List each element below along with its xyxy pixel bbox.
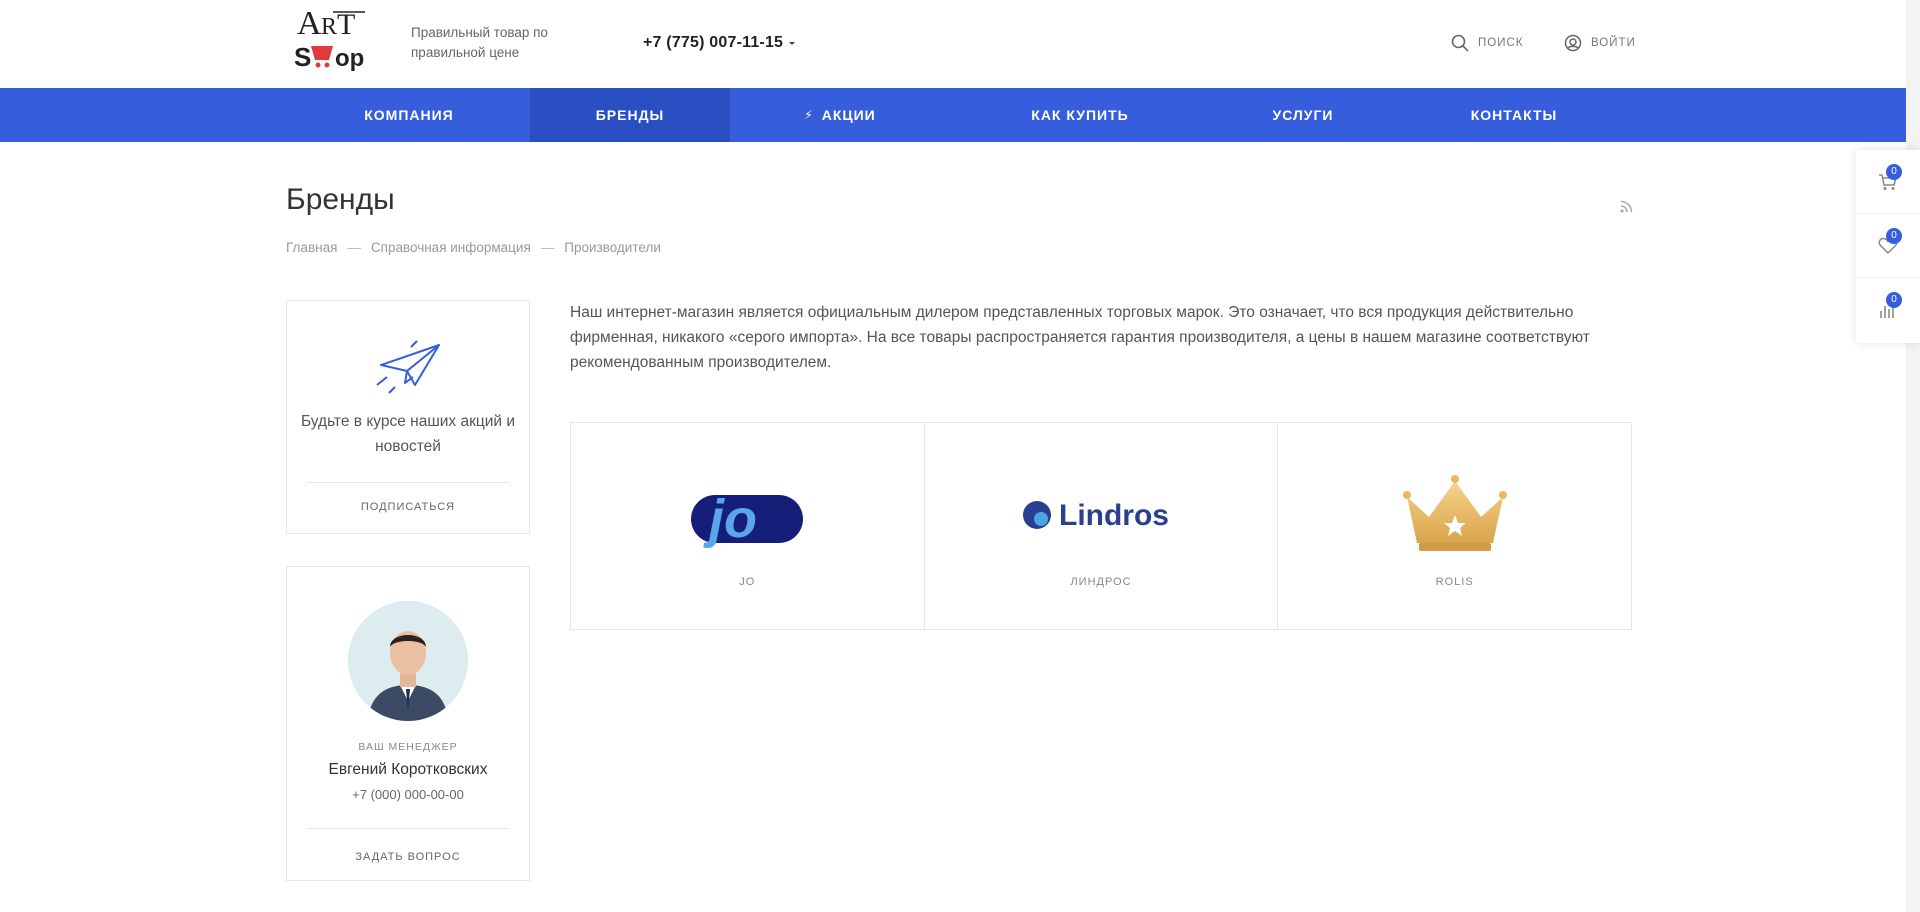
- search-button[interactable]: Поиск: [1451, 34, 1523, 52]
- svg-text:op: op: [335, 45, 364, 72]
- subscribe-text: Будьте в курсе наших акций и новостей: [300, 413, 516, 455]
- intro-text: Наш интернет-магазин является официальны…: [570, 304, 1590, 371]
- nav-item-promotions[interactable]: ⚡ Акции: [740, 88, 940, 142]
- cart-button[interactable]: 0: [1856, 150, 1920, 214]
- manager-label: Ваш менеджер: [358, 741, 458, 753]
- card-divider: [307, 828, 509, 829]
- main-nav: Компания Бренды ⚡ Акции Как купить Услуг…: [0, 88, 1920, 142]
- nav-item-how-to-buy[interactable]: Как купить: [980, 88, 1180, 142]
- brand-name: Линдрос: [1070, 576, 1132, 588]
- favorites-count-badge: 0: [1886, 228, 1902, 244]
- manager-card: Ваш менеджер Евгений Коротковских +7 (00…: [286, 566, 530, 881]
- nav-item-brands[interactable]: Бренды: [530, 88, 730, 142]
- brand-name: ROLIS: [1435, 576, 1474, 588]
- ask-question-button[interactable]: Задать вопрос: [287, 851, 529, 863]
- brand-card-lindros[interactable]: Lindros Линдрос: [925, 423, 1279, 629]
- login-label: Войти: [1591, 37, 1636, 49]
- breadcrumb-reference[interactable]: Справочная информация: [371, 240, 531, 255]
- brands-grid: jo JO Lindros Линдрос: [570, 422, 1632, 630]
- svg-text:A: A: [297, 5, 322, 42]
- nav-item-contacts[interactable]: Контакты: [1414, 88, 1614, 142]
- breadcrumb-separator: —: [347, 240, 361, 255]
- subscribe-button[interactable]: Подписаться: [287, 501, 529, 513]
- card-divider: [307, 482, 509, 483]
- scrollbar[interactable]: [1906, 0, 1920, 912]
- cart-count-badge: 0: [1886, 164, 1902, 180]
- login-button[interactable]: Войти: [1564, 34, 1636, 52]
- site-header: A R T S op Правильный товар по правильно…: [0, 0, 1920, 88]
- nav-item-company[interactable]: Компания: [316, 88, 502, 142]
- svg-text:T: T: [337, 8, 355, 41]
- breadcrumb-home[interactable]: Главная: [286, 240, 337, 255]
- nav-item-services[interactable]: Услуги: [1203, 88, 1403, 142]
- brand-logo-rolis: [1395, 473, 1515, 555]
- compare-count-badge: 0: [1886, 292, 1902, 308]
- search-icon: [1451, 34, 1469, 52]
- brand-logo-jo: jo: [687, 473, 807, 555]
- manager-name: Евгений Коротковских: [328, 761, 488, 778]
- rss-icon[interactable]: [1619, 198, 1635, 219]
- floating-side-panel: 0 0 0: [1856, 150, 1920, 343]
- page-title: Бренды: [286, 183, 395, 216]
- user-icon: [1564, 34, 1582, 52]
- brand-card-jo[interactable]: jo JO: [571, 423, 925, 629]
- brand-logo-lindros: Lindros: [1021, 473, 1181, 555]
- lightning-icon: ⚡: [804, 108, 814, 122]
- compare-button[interactable]: 0: [1856, 278, 1920, 342]
- breadcrumb-separator: —: [540, 240, 555, 255]
- header-phone[interactable]: +7 (775) 007-11-15: [643, 34, 783, 52]
- manager-avatar: [348, 601, 468, 721]
- site-tagline: Правильный товар по правильной цене: [411, 25, 548, 60]
- favorites-button[interactable]: 0: [1856, 214, 1920, 278]
- brand-name: JO: [739, 576, 756, 588]
- svg-text:Lindros: Lindros: [1059, 499, 1169, 532]
- svg-text:jo: jo: [703, 489, 757, 549]
- svg-text:R: R: [321, 14, 337, 40]
- manager-phone[interactable]: +7 (000) 000-00-00: [287, 787, 529, 802]
- breadcrumb-manufacturers[interactable]: Производители: [564, 240, 661, 255]
- brand-card-rolis[interactable]: ROLIS: [1278, 423, 1631, 629]
- site-logo[interactable]: A R T S op: [293, 2, 373, 74]
- phone-dropdown-caret-icon[interactable]: [789, 42, 795, 45]
- breadcrumb: Главная — Справочная информация — Произв…: [286, 240, 661, 255]
- svg-text:S: S: [294, 42, 311, 72]
- subscribe-card: Будьте в курсе наших акций и новостей По…: [286, 300, 530, 534]
- search-label: Поиск: [1478, 37, 1524, 49]
- paper-plane-icon: [375, 339, 445, 404]
